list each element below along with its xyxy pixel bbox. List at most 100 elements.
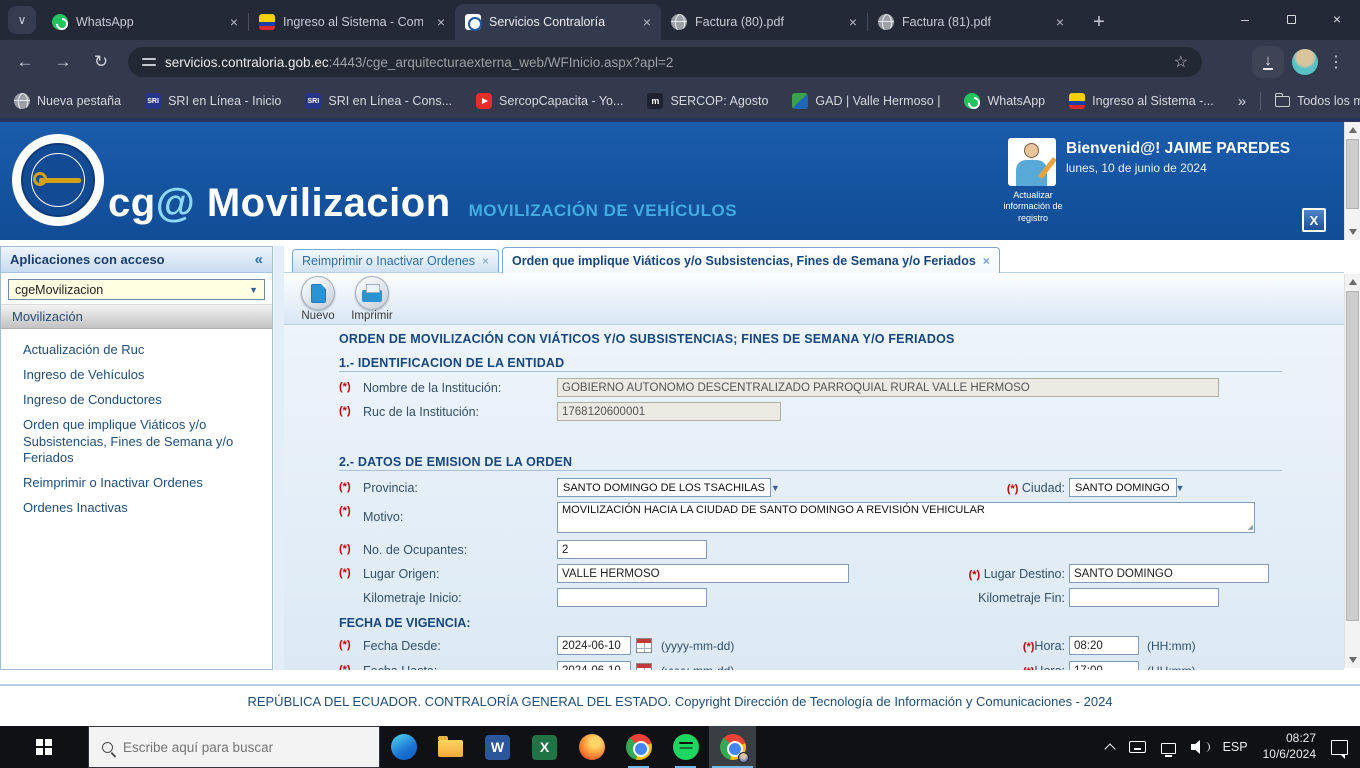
- reload-button[interactable]: ↻: [86, 48, 116, 76]
- resize-handle-icon[interactable]: ◢: [1248, 524, 1253, 531]
- ciudad-value: SANTO DOMINGO: [1075, 482, 1170, 494]
- sidebar-item-reimprimir-inactivar[interactable]: Reimprimir o Inactivar Ordenes: [1, 471, 272, 496]
- back-button[interactable]: ←: [10, 48, 40, 76]
- volume-icon[interactable]: [1191, 740, 1208, 754]
- doc-tab-close-icon[interactable]: ×: [983, 254, 990, 268]
- session-date: lunes, 10 de junio de 2024: [1066, 161, 1290, 175]
- taskbar-firefox[interactable]: [568, 726, 615, 768]
- touch-keyboard-icon[interactable]: [1129, 741, 1146, 753]
- ciudad-select[interactable]: SANTO DOMINGO ▼: [1069, 478, 1177, 497]
- content-scrollbar[interactable]: [1344, 274, 1360, 668]
- sidebar-item-ingreso-conductores[interactable]: Ingreso de Conductores: [1, 388, 272, 413]
- doc-tab-close-icon[interactable]: ×: [482, 254, 489, 268]
- sidebar-item-orden-viaticos[interactable]: Orden que implique Viáticos y/o Subsiste…: [1, 413, 272, 472]
- bookmarks-overflow-button[interactable]: »: [1238, 93, 1246, 110]
- globe-icon: [14, 93, 30, 109]
- lugar-destino-input[interactable]: [1069, 564, 1269, 583]
- bookmark-sri-inicio[interactable]: SRISRI en Línea - Inicio: [145, 93, 281, 109]
- doc-tab-orden-viaticos-active[interactable]: Orden que implique Viáticos y/o Subsiste…: [502, 247, 1000, 273]
- taskbar-excel[interactable]: X: [521, 726, 568, 768]
- start-button[interactable]: [0, 726, 88, 768]
- new-button[interactable]: Nuevo: [294, 276, 342, 324]
- bookmark-nueva-pestana[interactable]: Nueva pestaña: [14, 93, 121, 109]
- scrollbar-thumb[interactable]: [1346, 139, 1359, 209]
- taskbar-clock[interactable]: 08:27 10/6/2024: [1263, 731, 1316, 762]
- browser-menu-button[interactable]: ⋮: [1324, 48, 1348, 76]
- app-close-button[interactable]: X: [1302, 208, 1326, 232]
- spotify-icon: [673, 734, 699, 760]
- taskbar-spotify[interactable]: [662, 726, 709, 768]
- taskbar-word[interactable]: W: [474, 726, 521, 768]
- print-button[interactable]: Imprimir: [348, 276, 396, 324]
- avatar-caption[interactable]: Actualizar información de registro: [997, 190, 1069, 224]
- scroll-down-arrow[interactable]: [1345, 652, 1360, 668]
- bookmark-label: GAD | Valle Hermoso |: [815, 94, 940, 108]
- all-bookmarks-button[interactable]: Todos los marcadores: [1275, 94, 1360, 108]
- bookmark-gad-valle-hermoso[interactable]: GAD | Valle Hermoso |: [792, 93, 940, 109]
- new-tab-button[interactable]: +: [1084, 7, 1114, 37]
- update-registration-avatar[interactable]: [1008, 138, 1056, 186]
- hora-desde-input[interactable]: [1069, 636, 1139, 655]
- hora-hasta-input[interactable]: [1069, 661, 1139, 670]
- scroll-down-arrow[interactable]: [1345, 224, 1360, 240]
- browser-tab-ingreso[interactable]: Ingreso al Sistema - Compra ×: [249, 4, 455, 40]
- taskbar-file-explorer[interactable]: [427, 726, 474, 768]
- taskbar-search-input[interactable]: [123, 740, 343, 755]
- sidebar-group-movilizacion[interactable]: Movilización: [1, 304, 272, 329]
- tab-close-icon[interactable]: ×: [849, 15, 857, 29]
- downloads-button[interactable]: ↓: [1252, 46, 1284, 78]
- bookmark-ingreso-sistema[interactable]: Ingreso al Sistema -...: [1069, 93, 1214, 109]
- whatsapp-icon: [964, 93, 980, 109]
- at-glyph: @: [156, 181, 196, 225]
- tab-search-button[interactable]: ∨: [8, 6, 36, 34]
- tab-title: Ingreso al Sistema - Compra: [283, 15, 423, 29]
- browser-tab-factura81[interactable]: Factura (81).pdf ×: [868, 4, 1074, 40]
- browser-tab-whatsapp[interactable]: WhatsApp ×: [42, 4, 248, 40]
- profile-avatar[interactable]: [1292, 49, 1318, 75]
- window-minimize-button[interactable]: –: [1222, 0, 1268, 38]
- scroll-up-arrow[interactable]: [1345, 274, 1360, 290]
- bookmarks-bar: Nueva pestaña SRISRI en Línea - Inicio S…: [0, 84, 1360, 118]
- application-select[interactable]: cgeMovilizacion ▼: [8, 279, 265, 300]
- window-maximize-button[interactable]: [1268, 0, 1314, 38]
- sidebar-item-ordenes-inactivas[interactable]: Ordenes Inactivas: [1, 496, 272, 521]
- language-indicator[interactable]: ESP: [1223, 740, 1248, 754]
- bookmark-sercopcapacita[interactable]: SercopCapacita - Yo...: [476, 93, 623, 109]
- tab-close-icon[interactable]: ×: [230, 15, 238, 29]
- window-close-button[interactable]: ×: [1314, 0, 1360, 38]
- motivo-textarea[interactable]: MOVILIZACIÓN HACIA LA CIUDAD DE SANTO DO…: [557, 502, 1255, 533]
- site-settings-icon[interactable]: [142, 56, 156, 68]
- bookmark-sercop[interactable]: mSERCOP: Agosto: [647, 93, 768, 109]
- ecuador-icon: [1069, 93, 1085, 109]
- scroll-up-arrow[interactable]: [1345, 122, 1360, 138]
- header-scrollbar[interactable]: [1344, 122, 1360, 240]
- sidebar-collapse-icon[interactable]: «: [255, 251, 263, 268]
- ocupantes-input[interactable]: [557, 540, 707, 559]
- bookmark-whatsapp[interactable]: WhatsApp: [964, 93, 1045, 109]
- tab-close-icon[interactable]: ×: [1056, 15, 1064, 29]
- address-bar[interactable]: servicios.contraloria.gob.ec:4443/cge_ar…: [128, 47, 1202, 77]
- sidebar-item-actualizacion-ruc[interactable]: Actualización de Ruc: [1, 338, 272, 363]
- taskbar-chrome[interactable]: [615, 726, 662, 768]
- tab-close-icon[interactable]: ×: [437, 15, 445, 29]
- forward-button[interactable]: →: [48, 48, 78, 76]
- doc-tab-reimprimir[interactable]: Reimprimir o Inactivar Ordenes ×: [292, 249, 499, 272]
- tab-close-icon[interactable]: ×: [643, 15, 651, 29]
- taskbar-edge[interactable]: [380, 726, 427, 768]
- field-label: Nombre de la Institución:: [363, 381, 501, 395]
- sidebar-item-ingreso-vehiculos[interactable]: Ingreso de Vehículos: [1, 363, 272, 388]
- sidebar-splitter[interactable]: [274, 246, 284, 670]
- taskbar-search[interactable]: [88, 726, 380, 768]
- url-host: servicios.contraloria.gob.ec: [165, 55, 329, 70]
- browser-tab-contraloria-active[interactable]: Servicios Contraloría ×: [455, 4, 661, 40]
- content-frame: Reimprimir o Inactivar Ordenes × Orden q…: [284, 246, 1344, 670]
- network-icon[interactable]: [1161, 743, 1176, 754]
- action-center-icon[interactable]: [1331, 740, 1348, 755]
- browser-tab-factura80[interactable]: Factura (80).pdf ×: [661, 4, 867, 40]
- bookmark-sri-consultas[interactable]: SRISRI en Línea - Cons...: [305, 93, 452, 109]
- tray-expand-icon[interactable]: [1104, 743, 1115, 754]
- kilometraje-fin-input[interactable]: [1069, 588, 1219, 607]
- bookmark-star-icon[interactable]: ☆: [1174, 52, 1188, 72]
- scrollbar-thumb[interactable]: [1346, 291, 1359, 621]
- taskbar-chrome-active[interactable]: [709, 726, 756, 768]
